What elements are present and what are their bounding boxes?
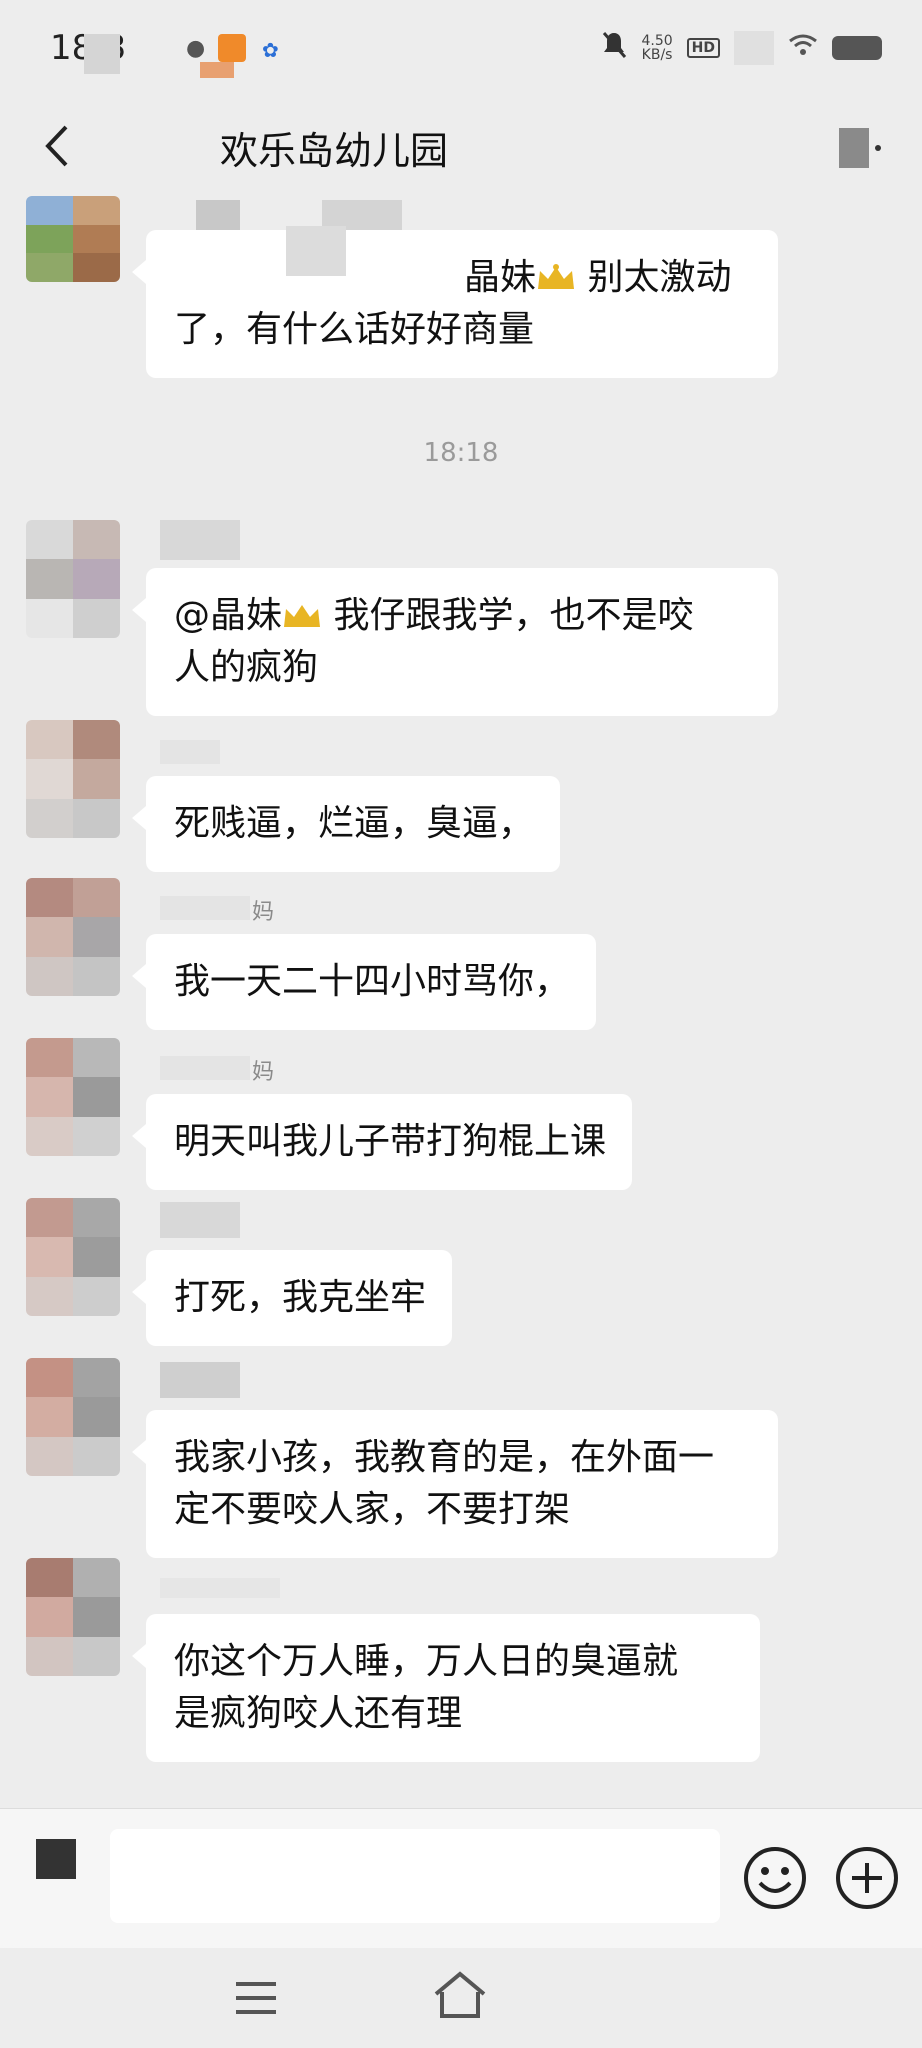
emoji-icon xyxy=(744,1847,806,1909)
home-button[interactable] xyxy=(432,1970,488,2020)
nick-mosaic xyxy=(160,520,240,560)
status-right: 4.50 KB/s HD xyxy=(601,30,882,65)
hd-badge: HD xyxy=(686,37,720,58)
menu-icon xyxy=(236,1982,276,2014)
nickname: 妈 xyxy=(252,1060,275,1085)
message-line: 我家小孩，我教育的是，在外面一 xyxy=(174,1437,715,1478)
avatar[interactable] xyxy=(26,520,120,638)
avatar[interactable] xyxy=(26,1038,120,1156)
message-line: 死贱逼，烂逼，臭逼， xyxy=(174,803,535,844)
avatar[interactable] xyxy=(26,720,120,838)
avatar[interactable] xyxy=(26,1358,120,1476)
message-line: 是疯狗咬人还有理 xyxy=(174,1693,463,1734)
message-line: @晶妹 我仔跟我学，也不是咬 xyxy=(174,590,752,642)
message-line: 定不要咬人家，不要打架 xyxy=(174,1489,571,1530)
message-bubble[interactable]: 我一天二十四小时骂你， xyxy=(131,934,597,1030)
nick-mosaic xyxy=(160,1202,240,1238)
voice-button[interactable] xyxy=(36,1839,86,1895)
mute-icon xyxy=(601,30,627,65)
message-line: 我一天二十四小时骂你， xyxy=(174,961,571,1002)
status-mosaic xyxy=(84,34,120,74)
more-icon xyxy=(875,145,881,151)
nick-mosaic xyxy=(160,1578,280,1598)
battery-icon xyxy=(832,35,882,60)
wechat-icon: ● xyxy=(186,36,206,61)
message-line: 明天叫我儿子带打狗棍上课 xyxy=(174,1121,607,1162)
message-bubble[interactable]: 晶妹 别太激动 了，有什么话好好商量 xyxy=(132,226,778,378)
nick-mosaic xyxy=(160,896,250,920)
nick-mosaic xyxy=(160,1362,240,1398)
chat-title: 欢乐岛幼儿园 xyxy=(220,129,449,173)
avatar[interactable] xyxy=(26,196,120,282)
message-input[interactable] xyxy=(110,1829,720,1923)
chat-header: 欢乐岛幼儿园 xyxy=(0,100,922,196)
title-mosaic xyxy=(460,118,710,174)
home-icon xyxy=(434,1971,486,2018)
message-text: 晶妹 xyxy=(464,257,537,298)
message-text: @晶妹 xyxy=(174,595,283,636)
message-line: 人的疯狗 xyxy=(174,647,319,688)
back-arrow-icon xyxy=(45,125,68,167)
back-button[interactable] xyxy=(26,116,86,176)
message-line: 打死，我克坐牢 xyxy=(174,1277,427,1318)
plus-icon xyxy=(836,1847,898,1909)
message-bubble[interactable]: @晶妹 我仔跟我学，也不是咬 人的疯狗 xyxy=(132,568,778,716)
app-icon xyxy=(218,34,246,62)
message-bubble[interactable]: 我家小孩，我教育的是，在外面一 定不要咬人家，不要打架 xyxy=(132,1410,778,1558)
net-speed: 4.50 KB/s xyxy=(641,34,672,62)
mosaic-block xyxy=(839,128,869,168)
nick-mosaic xyxy=(160,740,220,764)
system-nav-bar xyxy=(0,1948,922,2048)
avatar[interactable] xyxy=(26,1558,120,1676)
crown-icon xyxy=(538,264,575,289)
plus-button[interactable] xyxy=(834,1845,900,1911)
emoji-button[interactable] xyxy=(742,1845,808,1911)
text-mosaic xyxy=(166,226,436,284)
wifi-icon xyxy=(788,33,818,62)
avatar[interactable] xyxy=(26,878,120,996)
nickname: 妈 xyxy=(252,900,275,925)
message-text: 别太激动 xyxy=(587,257,732,298)
status-mosaic xyxy=(200,62,234,78)
input-bar xyxy=(0,1808,922,1948)
voice-icon xyxy=(36,1839,76,1879)
message-line: 了，有什么话好好商量 xyxy=(174,309,535,350)
net-speed-unit: KB/s xyxy=(641,46,673,63)
crown-icon xyxy=(284,605,321,627)
message-line: 你这个万人睡，万人日的臭逼就 xyxy=(174,1641,679,1682)
more-button[interactable] xyxy=(828,120,892,176)
message-bubble[interactable]: 死贱逼，烂逼，臭逼， xyxy=(131,776,561,872)
nick-mosaic xyxy=(160,1056,250,1080)
avatar[interactable] xyxy=(26,1198,120,1316)
paw-icon: ✿ xyxy=(262,38,279,62)
message-bubble[interactable]: 明天叫我儿子带打狗棍上课 xyxy=(131,1094,633,1190)
message-text: 我仔跟我学，也不是咬 xyxy=(333,595,694,636)
status-bar: 18:3 ● ✿ 4.50KB/s HD xyxy=(0,0,922,100)
message-bubble[interactable]: 你这个万人睡，万人日的臭逼就 是疯狗咬人还有理 xyxy=(132,1614,760,1762)
menu-button[interactable] xyxy=(232,1978,280,2018)
timestamp: 18:18 xyxy=(423,438,499,468)
message-bubble[interactable]: 打死，我克坐牢 xyxy=(131,1250,453,1346)
status-mosaic xyxy=(734,30,774,65)
